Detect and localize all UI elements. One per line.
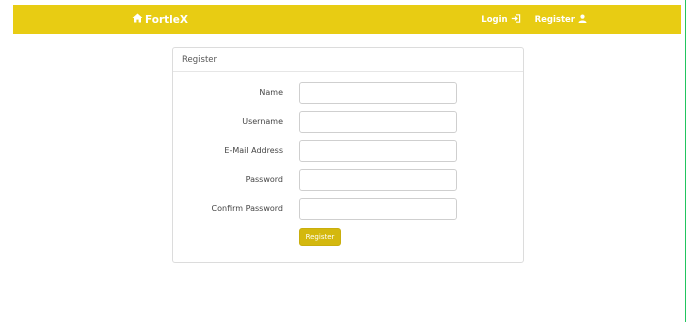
home-icon — [132, 13, 145, 26]
brand-link[interactable]: FortleX — [132, 5, 188, 34]
panel-heading: Register — [173, 48, 523, 72]
confirm-password-label: Confirm Password — [211, 204, 283, 213]
username-label: Username — [242, 117, 283, 126]
password-label: Password — [245, 175, 283, 184]
user-icon — [575, 14, 587, 26]
window-edge-divider — [685, 0, 686, 322]
register-submit-button[interactable]: Register — [299, 228, 341, 246]
email-input[interactable] — [299, 140, 457, 162]
confirm-password-row: Confirm Password — [173, 198, 525, 220]
register-link[interactable]: Register — [535, 14, 587, 26]
password-input[interactable] — [299, 169, 457, 191]
name-input[interactable] — [299, 82, 457, 104]
email-row: E-Mail Address — [173, 140, 525, 162]
register-panel: Register Name Username E-Mail Address Pa… — [172, 47, 524, 263]
nav-right-links: Login Register — [481, 5, 587, 34]
sign-in-icon — [508, 13, 521, 26]
brand-label: FortleX — [145, 13, 188, 26]
login-link[interactable]: Login — [481, 13, 521, 26]
register-label: Register — [534, 14, 575, 25]
top-navbar: FortleX Login Register — [13, 5, 681, 34]
name-row: Name — [173, 82, 525, 104]
page: FortleX Login Register Register Name Use… — [0, 0, 692, 322]
username-row: Username — [173, 111, 525, 133]
name-label: Name — [259, 88, 283, 97]
email-label: E-Mail Address — [224, 146, 283, 155]
login-label: Login — [481, 14, 508, 25]
password-row: Password — [173, 169, 525, 191]
username-input[interactable] — [299, 111, 457, 133]
confirm-password-input[interactable] — [299, 198, 457, 220]
